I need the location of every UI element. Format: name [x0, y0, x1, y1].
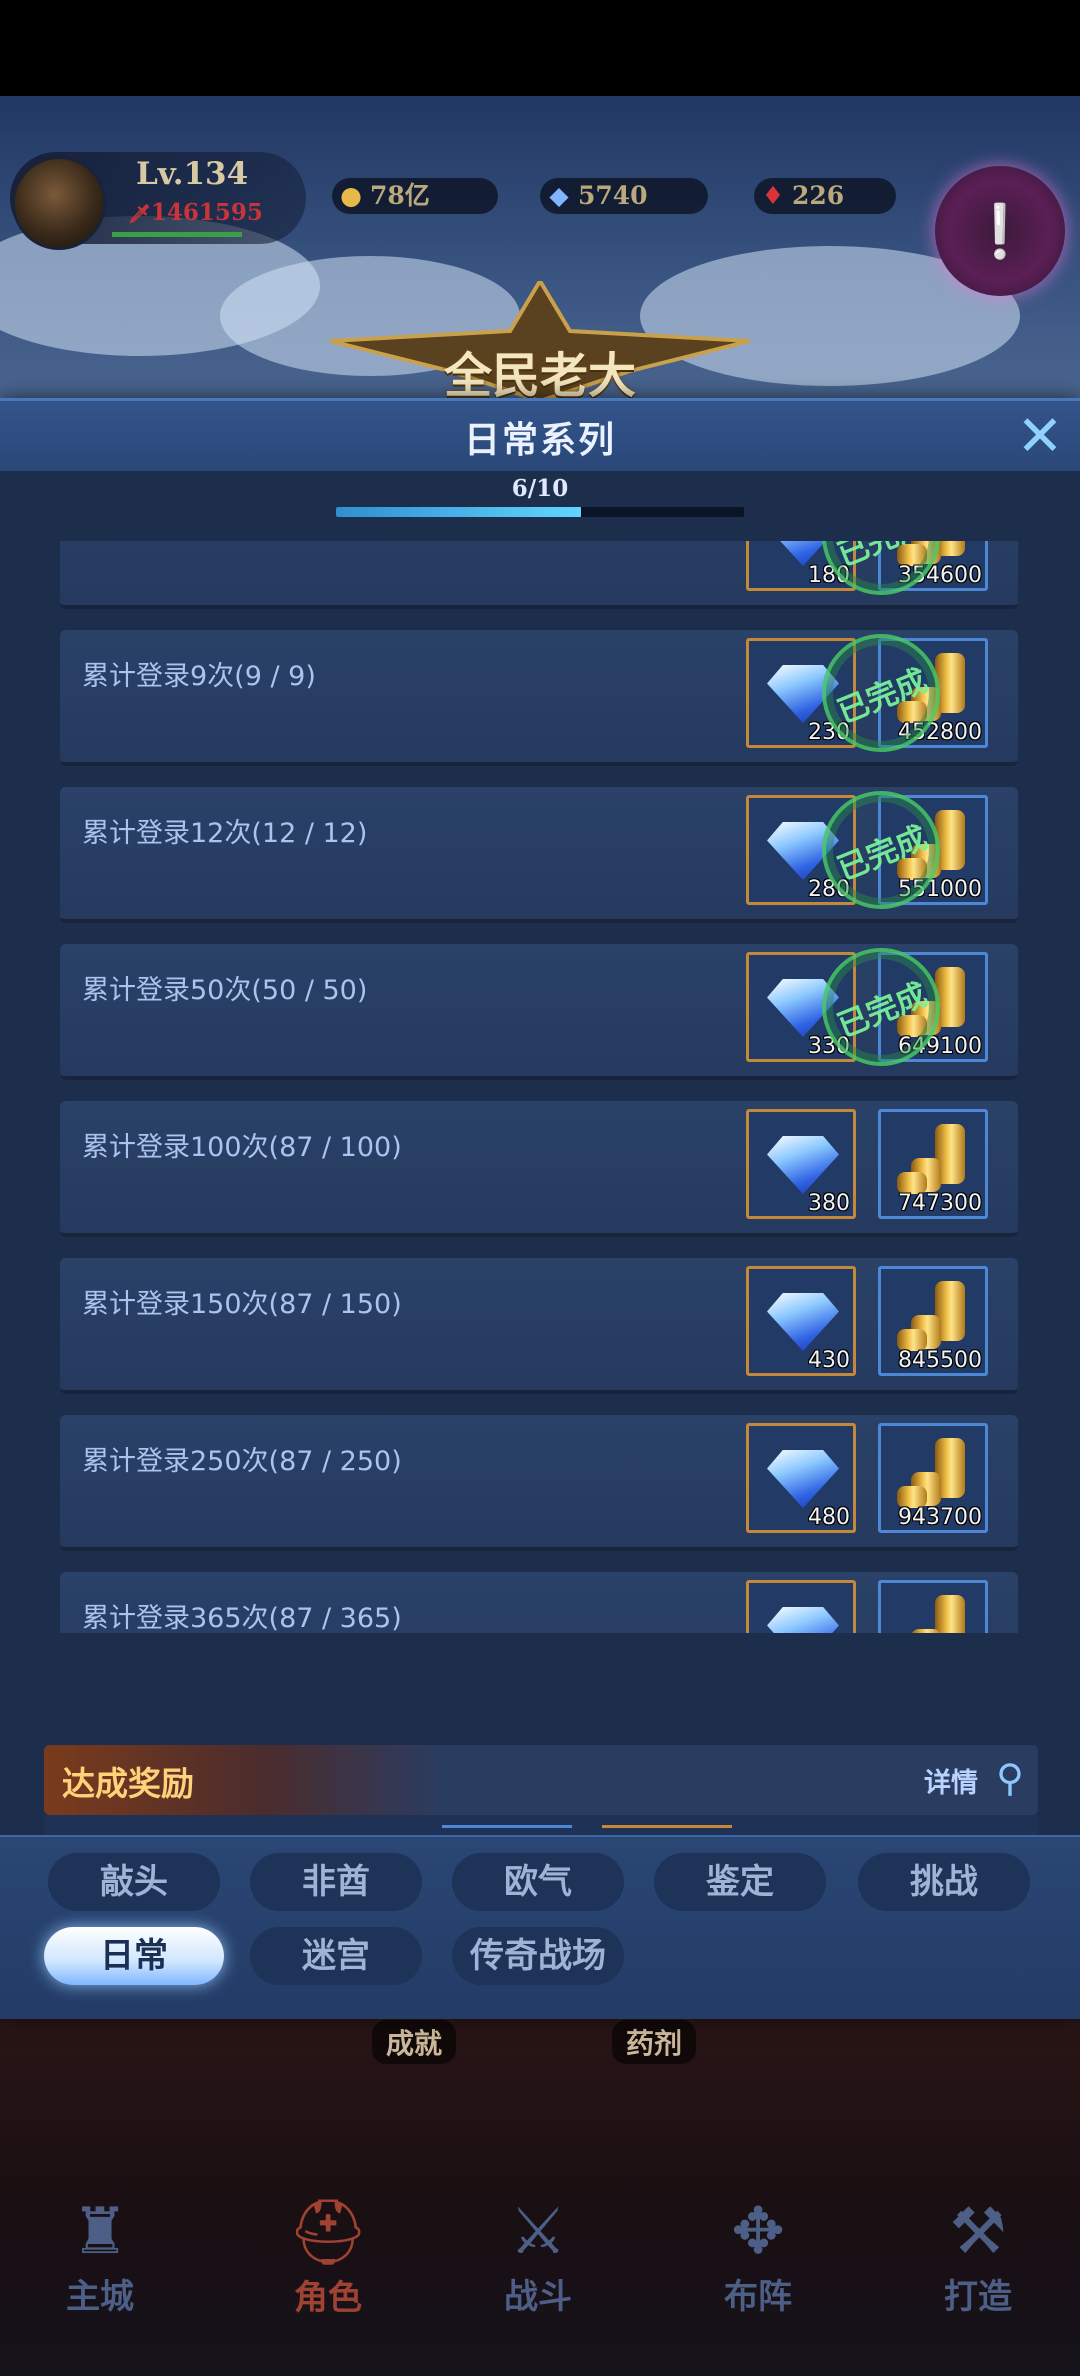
tab-ouqi[interactable]: 欧气: [452, 1853, 624, 1911]
quest-scroll-button[interactable]: ❕: [935, 166, 1065, 296]
completed-stamp-text: 已完成: [832, 819, 933, 888]
gold-reward[interactable]: 845500: [878, 1266, 988, 1376]
diamond-icon: ◆: [549, 181, 569, 210]
gold-reward[interactable]: 943700: [878, 1423, 988, 1533]
diamond-icon: [767, 1450, 839, 1508]
status-bar: [0, 0, 1080, 96]
gold-quantity: 747300: [898, 1191, 982, 1216]
ruby-resource[interactable]: ♦ 226: [754, 178, 896, 214]
banner-title: 全民老大: [443, 348, 636, 400]
diamond-reward[interactable]: 480: [746, 1423, 856, 1533]
diamond-reward[interactable]: 430: [746, 1266, 856, 1376]
task-row[interactable]: 累计登录365次(87 / 365) 530 1041900: [60, 1572, 1018, 1633]
gold-coins-icon: ●: [340, 181, 362, 210]
gold-reward[interactable]: 747300: [878, 1109, 988, 1219]
nav-battle[interactable]: ⚔ 战斗: [458, 2195, 618, 2318]
task-row[interactable]: 180354600已完成: [60, 541, 1018, 613]
completed-stamp-text: 已完成: [829, 541, 932, 574]
tab-area: 敲头 非酋 欧气 鉴定 挑战 日常 迷宫 传奇战场: [0, 1835, 1080, 2019]
task-row[interactable]: 累计登录9次(9 / 9) 230 452800 已完成: [60, 616, 1018, 770]
diamond-icon: [767, 1136, 839, 1194]
scene-label-achievement[interactable]: 成就: [372, 2020, 457, 2064]
helmet-icon: ⛑: [287, 2196, 369, 2270]
task-label: 累计登录100次(87 / 100): [82, 1132, 402, 1163]
diamond-quantity: 380: [808, 1191, 850, 1216]
task-list[interactable]: 180354600已完成累计登录9次(9 / 9)230452800已完成累计登…: [0, 541, 1080, 1633]
diamond-reward[interactable]: 530: [746, 1580, 856, 1633]
task-label: 累计登录250次(87 / 250): [82, 1446, 402, 1477]
diamond-quantity: 480: [808, 1505, 850, 1530]
gold-reward[interactable]: 1041900: [878, 1580, 988, 1633]
achievement-title: 达成奖励: [62, 1764, 194, 1803]
task-row[interactable]: 累计登录150次(87 / 150) 430 845500: [60, 1258, 1018, 1394]
diamond-icon: [767, 1607, 839, 1633]
task-label: 累计登录12次(12 / 12): [82, 818, 368, 849]
progress-bar: [336, 507, 744, 517]
task-label: 累计登录9次(9 / 9): [82, 661, 316, 692]
search-icon[interactable]: ⚲: [996, 1759, 1024, 1797]
tab-daily[interactable]: 日常: [44, 1927, 224, 1985]
gold-quantity: 845500: [898, 1348, 982, 1373]
gold-resource[interactable]: ● 78亿: [332, 178, 498, 214]
gold-quantity: 943700: [898, 1505, 982, 1530]
tab-maze[interactable]: 迷宫: [250, 1927, 422, 1985]
task-label: 累计登录50次(50 / 50): [82, 975, 368, 1006]
scroll-icon: ❕: [967, 201, 1033, 262]
nav-forge[interactable]: ⚒ 打造: [898, 2195, 1058, 2318]
anvil-icon: ⚒: [949, 2195, 1007, 2269]
completed-stamp-text: 已完成: [832, 662, 933, 731]
ruby-icon: ♦: [761, 181, 785, 210]
daily-series-panel: 日常系列 ✕ 6/10 180354600已完成累计登录9次(9 / 9)230…: [0, 398, 1080, 2019]
avatar[interactable]: [12, 156, 106, 250]
experience-bar: [112, 232, 242, 237]
task-row[interactable]: 累计登录12次(12 / 12) 280 551000 已完成: [60, 773, 1018, 927]
completed-stamp-text: 已完成: [832, 976, 933, 1045]
sword-icon: 🗡: [128, 204, 151, 225]
task-row[interactable]: 累计登录50次(50 / 50) 330 649100 已完成: [60, 930, 1018, 1084]
player-power: 🗡1461595: [128, 199, 263, 226]
tab-tiaozhan[interactable]: 挑战: [858, 1853, 1030, 1911]
achievement-reward-header: 达成奖励 详情 ⚲: [44, 1745, 1038, 1815]
formation-icon: ✥: [731, 2195, 785, 2269]
tab-qiaotou[interactable]: 敲头: [48, 1853, 220, 1911]
tab-jianding[interactable]: 鉴定: [654, 1853, 826, 1911]
task-row[interactable]: 累计登录100次(87 / 100) 380 747300: [60, 1101, 1018, 1237]
progress-bar-fill: [336, 507, 581, 517]
scene-label-potion[interactable]: 药剂: [612, 2020, 697, 2064]
task-row[interactable]: 累计登录250次(87 / 250) 480 943700: [60, 1415, 1018, 1551]
crossed-swords-icon: ⚔: [509, 2195, 567, 2269]
task-label: 累计登录150次(87 / 150): [82, 1289, 402, 1320]
panel-title: 日常系列: [463, 420, 616, 461]
diamond-icon: [767, 1293, 839, 1351]
game-scene-top: Lv.134 🗡1461595 ● 78亿 ◆ 5740 ♦ 226 ❕ 全民老大: [0, 96, 1080, 400]
close-icon[interactable]: ✕: [1014, 409, 1066, 465]
task-label: 累计登录365次(87 / 365): [82, 1603, 402, 1633]
tab-feiqiu[interactable]: 非酋: [250, 1853, 422, 1911]
nav-main-city[interactable]: ♜ 主城: [20, 2195, 180, 2318]
diamond-quantity: 430: [808, 1348, 850, 1373]
progress-label: 6/10: [511, 475, 569, 502]
nav-character[interactable]: ⛑ 角色: [248, 2195, 408, 2319]
diamond-reward[interactable]: 380: [746, 1109, 856, 1219]
diamond-resource[interactable]: ◆ 5740: [540, 178, 708, 214]
nav-formation[interactable]: ✥ 布阵: [678, 2195, 838, 2318]
details-link[interactable]: 详情: [924, 1761, 978, 1800]
tab-legend-battlefield[interactable]: 传奇战场: [452, 1927, 624, 1985]
player-level: Lv.134: [136, 156, 249, 192]
castle-icon: ♜: [71, 2195, 129, 2269]
